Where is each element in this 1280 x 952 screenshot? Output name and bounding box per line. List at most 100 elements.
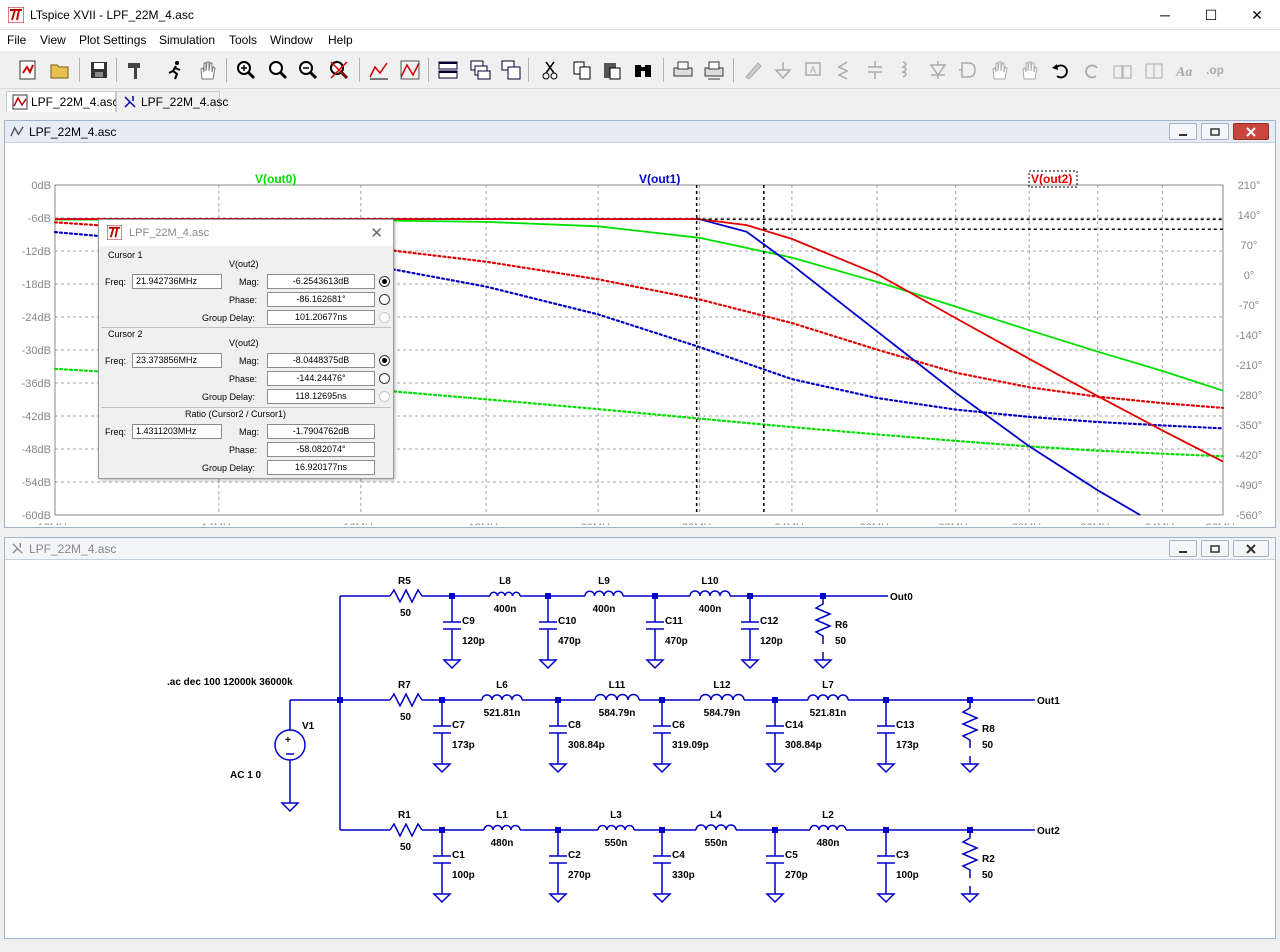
capacitor-C10-name: C10 xyxy=(558,616,577,627)
tab-waveform[interactable]: LPF_22M_4.asc xyxy=(6,91,118,112)
halt-hand-icon[interactable] xyxy=(193,57,221,83)
ground-symbol xyxy=(432,756,452,774)
cursor1-phase-radio[interactable] xyxy=(379,294,390,305)
cursor2-freq-label: Freq: xyxy=(105,356,127,366)
open-folder-icon[interactable] xyxy=(46,57,74,83)
inductor-symbol xyxy=(807,694,849,701)
series-label-out2[interactable]: V(out2) xyxy=(1031,172,1072,186)
zoom-in-icon[interactable] xyxy=(232,57,260,83)
menu-simulation[interactable]: Simulation xyxy=(159,33,215,47)
zoom-fit-icon[interactable] xyxy=(325,57,353,83)
menu-help[interactable]: Help xyxy=(328,33,353,47)
inductor-L11-name: L11 xyxy=(609,680,626,691)
cursor2-mag-radio[interactable] xyxy=(379,355,390,366)
save-icon[interactable] xyxy=(85,57,113,83)
tile-horizontal-icon[interactable] xyxy=(434,57,462,83)
ground-symbol xyxy=(765,886,785,904)
inductor-icon xyxy=(891,57,919,83)
new-schematic-icon[interactable] xyxy=(14,57,42,83)
capacitor-C12-name: C12 xyxy=(760,616,779,627)
menu-window[interactable]: Window xyxy=(270,33,313,47)
capacitor-C5-name: C5 xyxy=(785,850,798,861)
control-panel-hammer-icon[interactable] xyxy=(122,57,150,83)
inductor-L7-value: 521.81n xyxy=(810,708,847,719)
capacitor-C9-name: C9 xyxy=(462,616,475,627)
resistor-symbol xyxy=(389,588,423,604)
find-binoculars-icon[interactable] xyxy=(629,57,657,83)
menu-tools[interactable]: Tools xyxy=(229,33,257,47)
inductor-L8-name: L8 xyxy=(499,576,511,587)
y-left-tick-label: -18dB xyxy=(22,279,51,291)
ground-symbol xyxy=(442,652,462,670)
schematic-window-title: LPF_22M_4.asc xyxy=(29,542,117,556)
schematic-minimize-button[interactable] xyxy=(1169,540,1197,557)
pick-visible-traces-icon[interactable] xyxy=(396,57,424,83)
menu-plot-settings[interactable]: Plot Settings xyxy=(79,33,146,47)
cut-icon[interactable] xyxy=(536,57,564,83)
maximize-button[interactable]: ☐ xyxy=(1188,0,1234,30)
resistor-R8-name: R8 xyxy=(982,724,995,735)
inductor-L1-value: 480n xyxy=(491,838,514,849)
y-left-tick-label: 0dB xyxy=(31,180,51,192)
y-right-tick-label: -490° xyxy=(1236,480,1262,492)
run-simulation-icon[interactable] xyxy=(160,57,188,83)
print-setup-icon[interactable] xyxy=(700,57,728,83)
waveform-icon xyxy=(12,94,28,110)
inductor-symbol xyxy=(699,693,745,701)
cursor2-phase-value: -144.24476° xyxy=(267,371,375,386)
inductor-L9-name: L9 xyxy=(598,576,610,587)
waveform-close-button[interactable] xyxy=(1233,123,1269,140)
plus-sign: + xyxy=(285,735,291,746)
ratio-freq-label: Freq: xyxy=(105,427,127,437)
cursor2-trace: V(out2) xyxy=(229,338,259,348)
schematic-close-button[interactable] xyxy=(1233,540,1269,557)
spice-directive-icon: .op xyxy=(1202,57,1230,83)
y-right-tick-label: -420° xyxy=(1236,450,1262,462)
cursor2-mag-label: Mag: xyxy=(239,356,260,366)
ground-symbol xyxy=(960,886,980,904)
waveform-minimize-button[interactable] xyxy=(1169,123,1197,140)
series-label-out0[interactable]: V(out0) xyxy=(255,172,296,186)
zoom-out-icon[interactable] xyxy=(294,57,322,83)
menu-view[interactable]: View xyxy=(40,33,66,47)
inductor-L4-value: 550n xyxy=(705,838,728,849)
inductor-symbol xyxy=(481,694,523,701)
menu-file[interactable]: File xyxy=(7,33,26,47)
schematic-restore-button[interactable] xyxy=(1201,540,1229,557)
cursor-window-close-icon[interactable]: ✕ xyxy=(370,224,383,242)
resistor-symbol xyxy=(389,822,423,838)
capacitor-C8-name: C8 xyxy=(568,720,581,731)
resistor-R8-value: 50 xyxy=(982,740,994,751)
paste-icon[interactable] xyxy=(598,57,626,83)
net-label-out1: Out1 xyxy=(1037,696,1060,707)
ratio-mag-label: Mag: xyxy=(239,427,260,437)
ratio-heading: Ratio (Cursor2 / Cursor1) xyxy=(185,409,287,419)
cursor1-mag-radio[interactable] xyxy=(379,276,390,287)
waveform-restore-button[interactable] xyxy=(1201,123,1229,140)
ground-symbol xyxy=(876,756,896,774)
cursor2-phase-radio[interactable] xyxy=(379,373,390,384)
zoom-area-icon[interactable] xyxy=(264,57,292,83)
close-button[interactable]: ✕ xyxy=(1234,0,1280,30)
capacitor-C11-value: 470p xyxy=(665,636,688,647)
capacitor-C12-value: 120p xyxy=(760,636,783,647)
tab-schematic[interactable]: LPF_22M_4.asc xyxy=(116,91,228,112)
resistor-R1-value: 50 xyxy=(400,842,412,853)
cursor2-gd-label: Group Delay: xyxy=(202,392,256,402)
print-icon[interactable] xyxy=(669,57,697,83)
move-hand-icon xyxy=(985,57,1013,83)
waveform-window-titlebar: LPF_22M_4.asc xyxy=(5,121,1275,143)
schematic-canvas[interactable]: + V1 AC 1 0 .ac dec 100 12000k 36000k R5 50 C9… xyxy=(12,564,1266,936)
autorange-icon[interactable] xyxy=(365,57,393,83)
minimize-button[interactable]: ─ xyxy=(1142,0,1188,30)
mirror-icon xyxy=(1140,57,1168,83)
cascade-icon[interactable] xyxy=(466,57,494,83)
copy-icon[interactable] xyxy=(568,57,596,83)
resistor-icon xyxy=(830,57,858,83)
tile-vertical-icon[interactable] xyxy=(497,57,525,83)
capacitor-C14-value: 308.84p xyxy=(785,740,822,751)
net-label-out2: Out2 xyxy=(1037,826,1060,837)
resistor-R7-name: R7 xyxy=(398,680,411,691)
undo-icon[interactable] xyxy=(1047,57,1075,83)
series-label-out1[interactable]: V(out1) xyxy=(639,172,680,186)
